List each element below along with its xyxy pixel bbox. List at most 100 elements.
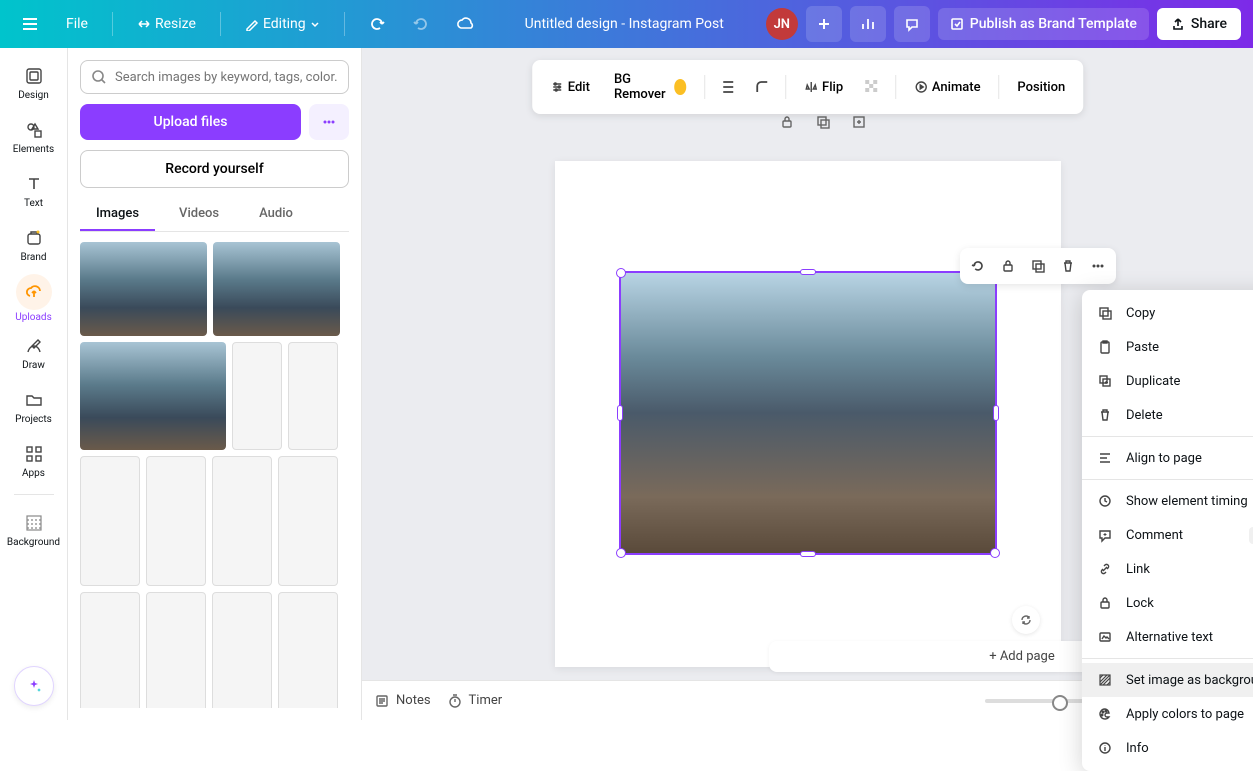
menu-align-to-page[interactable]: Align to page [1082, 441, 1253, 475]
transparency-button[interactable] [857, 72, 887, 102]
gallery-thumb[interactable] [213, 242, 340, 336]
dots-icon [321, 114, 337, 130]
palette-icon [1096, 705, 1114, 723]
flip-icon [804, 80, 818, 94]
rotate-button[interactable] [964, 252, 992, 280]
tab-audio[interactable]: Audio [243, 198, 309, 231]
record-yourself-button[interactable]: Record yourself [80, 150, 349, 188]
pro-badge-icon [674, 79, 686, 95]
nav-background[interactable]: Background [4, 503, 64, 555]
corner-button[interactable] [747, 72, 777, 102]
tab-images[interactable]: Images [80, 198, 155, 231]
nav-rail: Design Elements Text Brand Uploads Draw … [0, 48, 68, 720]
elements-icon [22, 118, 46, 142]
tab-videos[interactable]: Videos [163, 198, 235, 231]
topbar: File Resize Editing Untitled design - In… [0, 0, 1253, 48]
search-box[interactable] [80, 60, 349, 94]
share-button[interactable]: Share [1157, 8, 1241, 40]
position-button[interactable]: Position [1007, 74, 1075, 101]
bg-remover-button[interactable]: BG Remover [604, 66, 697, 108]
menu-lock[interactable]: Lock [1082, 586, 1253, 620]
menu-info[interactable]: Info [1082, 731, 1253, 765]
nav-projects[interactable]: Projects [4, 380, 64, 432]
flip-button[interactable]: Flip [794, 74, 853, 101]
nav-elements[interactable]: Elements [4, 110, 64, 162]
menu-show-timing[interactable]: Show element timing [1082, 484, 1253, 518]
brand-icon [22, 226, 46, 250]
menu-copy[interactable]: Copy Ctrl+C [1082, 296, 1253, 330]
gallery-thumb[interactable] [288, 342, 338, 450]
menu-link[interactable]: Link Ctrl+K [1082, 552, 1253, 586]
menu-set-image-background[interactable]: Set image as background [1082, 663, 1253, 697]
add-user-button[interactable] [806, 6, 842, 42]
more-element-button[interactable] [1084, 252, 1112, 280]
document-title[interactable]: Untitled design - Instagram Post [525, 16, 724, 32]
menu-delete[interactable]: Delete DELETE [1082, 398, 1253, 432]
crop-button[interactable] [713, 72, 743, 102]
upload-more-button[interactable] [309, 104, 349, 140]
gallery-thumb[interactable] [146, 592, 206, 708]
canvas-page[interactable] [555, 161, 1061, 667]
resize-handle[interactable] [993, 405, 999, 421]
edit-image-button[interactable]: Edit [540, 74, 600, 101]
undo-button[interactable] [359, 6, 395, 42]
delete-element-button[interactable] [1054, 252, 1082, 280]
menu-duplicate[interactable]: Duplicate Ctrl+D [1082, 364, 1253, 398]
editing-menu[interactable]: Editing [235, 10, 330, 38]
gallery-thumb[interactable] [278, 456, 338, 586]
comments-button[interactable] [894, 6, 930, 42]
timer-button[interactable]: Timer [447, 693, 503, 709]
gallery-thumb[interactable] [278, 592, 338, 708]
gallery-thumb[interactable] [80, 342, 226, 450]
design-icon [22, 64, 46, 88]
magic-assist-button[interactable] [14, 666, 54, 706]
cloud-sync-icon[interactable] [447, 6, 483, 42]
redo-button[interactable] [403, 6, 439, 42]
nav-draw[interactable]: Draw [4, 326, 64, 378]
align-icon [1096, 449, 1114, 467]
resize-handle[interactable] [800, 269, 816, 275]
menu-alt-text[interactable]: Alternative text [1082, 620, 1253, 654]
gallery-thumb[interactable] [80, 242, 207, 336]
selected-image[interactable] [619, 271, 997, 555]
menu-comment[interactable]: Comment Ctrl+Alt+N [1082, 518, 1253, 552]
context-toolbar: Edit BG Remover Flip [532, 60, 1084, 114]
sync-button[interactable] [1012, 606, 1040, 634]
trash-icon [1096, 406, 1114, 424]
gallery-thumb[interactable] [80, 456, 140, 586]
menu-toggle-button[interactable] [12, 6, 48, 42]
search-input[interactable] [115, 70, 338, 85]
user-avatar[interactable]: JN [766, 8, 798, 40]
resize-handle[interactable] [616, 268, 626, 278]
nav-apps[interactable]: Apps [4, 434, 64, 486]
resize-handle[interactable] [616, 548, 626, 558]
animate-icon [914, 80, 928, 94]
resize-handle[interactable] [800, 551, 816, 557]
animate-button[interactable]: Animate [904, 74, 991, 101]
nav-brand[interactable]: Brand [4, 218, 64, 270]
resize-handle[interactable] [617, 405, 623, 421]
nav-text[interactable]: Text [4, 164, 64, 216]
resize-handle[interactable] [990, 548, 1000, 558]
lock-icon [1096, 594, 1114, 612]
menu-apply-colors[interactable]: Apply colors to page [1082, 697, 1253, 731]
lock-element-button[interactable] [994, 252, 1022, 280]
menu-paste[interactable]: Paste Ctrl+V [1082, 330, 1253, 364]
duplicate-element-button[interactable] [1024, 252, 1052, 280]
upload-files-button[interactable]: Upload files [80, 104, 301, 140]
nav-design[interactable]: Design [4, 56, 64, 108]
file-menu[interactable]: File [56, 10, 98, 38]
timer-icon [447, 693, 463, 709]
gallery-thumb[interactable] [232, 342, 282, 450]
gallery-thumb[interactable] [212, 456, 272, 586]
uploads-panel: Upload files Record yourself Images Vide… [68, 48, 362, 720]
resize-menu[interactable]: Resize [127, 10, 206, 38]
gallery-thumb[interactable] [212, 592, 272, 708]
notes-button[interactable]: Notes [374, 693, 431, 709]
paste-icon [1096, 338, 1114, 356]
publish-button[interactable]: Publish as Brand Template [938, 8, 1149, 40]
gallery-thumb[interactable] [80, 592, 140, 708]
analytics-button[interactable] [850, 6, 886, 42]
nav-uploads[interactable]: Uploads [4, 272, 64, 324]
gallery-thumb[interactable] [146, 456, 206, 586]
